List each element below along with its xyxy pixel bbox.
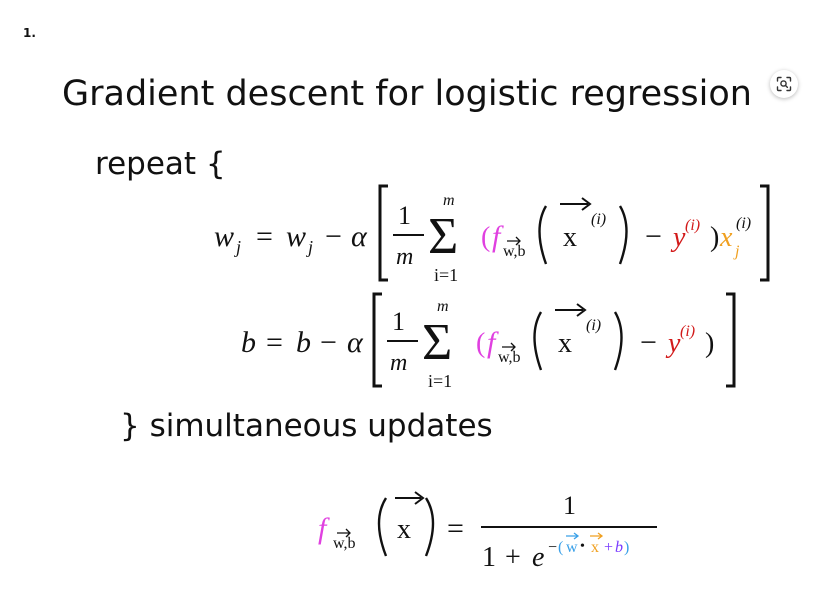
s-exp-minus: − xyxy=(548,539,557,556)
w-equals: = xyxy=(256,220,273,253)
b-y: y xyxy=(665,328,681,359)
b-y-sup: (i) xyxy=(680,323,695,340)
s-numerator: 1 xyxy=(563,491,576,520)
s-exp-dot: • xyxy=(580,539,585,554)
s-exp-plus: + xyxy=(604,539,613,556)
b-rhs-b: b xyxy=(296,326,311,359)
s-den-e: e xyxy=(532,542,544,573)
item-number: 1. xyxy=(23,26,36,40)
w-xj-sup: (i) xyxy=(736,215,751,232)
visual-search-button[interactable] xyxy=(770,70,798,98)
w-minus2: − xyxy=(645,220,662,253)
b-sigma: Σ xyxy=(422,314,452,371)
w-xj-sub: j xyxy=(733,243,740,260)
b-open-paren: ( xyxy=(476,328,485,359)
simultaneous-updates-label: } simultaneous updates xyxy=(120,408,493,444)
s-exp-x: x xyxy=(591,539,599,556)
b-left-bracket xyxy=(372,292,382,388)
b-right-bracket xyxy=(726,292,736,388)
w-big-paren-left xyxy=(538,205,548,265)
formula-w-update: w j = w j − α 1 m m Σ i=1 ( f w,b x (i) … xyxy=(214,184,770,285)
b-minus2: − xyxy=(640,326,657,359)
w-big-paren-right xyxy=(618,205,628,265)
formula-sigmoid: f w,b x = 1 1 + e − ( w • x + b ) xyxy=(318,491,657,573)
b-x-arrow xyxy=(555,303,587,317)
w-x-sup: (i) xyxy=(591,211,606,228)
s-den-plus: + xyxy=(505,542,521,573)
w-y: y xyxy=(670,222,686,253)
w-x: x xyxy=(563,222,577,253)
w-minus: − xyxy=(325,220,342,253)
b-close-paren: ) xyxy=(705,328,714,359)
b-frac-den: m xyxy=(390,350,407,376)
s-x: x xyxy=(397,514,411,545)
w-frac-den: m xyxy=(396,244,413,270)
b-frac-num: 1 xyxy=(392,307,405,336)
b-sum-bottom: i=1 xyxy=(428,371,452,391)
w-rhs-sub: j xyxy=(306,237,313,257)
s-equals: = xyxy=(447,512,464,545)
b-lhs: b xyxy=(241,326,256,359)
visual-search-icon xyxy=(776,76,792,92)
w-open-paren: ( xyxy=(481,222,490,253)
page-title: Gradient descent for logistic regression xyxy=(62,74,752,114)
w-sum-top: m xyxy=(443,192,455,209)
s-big-paren-left xyxy=(377,497,388,557)
b-f-sub: w,b xyxy=(498,349,521,366)
w-xj: x xyxy=(719,222,733,253)
w-close-paren: ) xyxy=(710,222,719,253)
w-left-bracket xyxy=(378,184,388,282)
w-x-arrow xyxy=(560,197,592,211)
s-exp-b: b xyxy=(615,539,623,556)
b-big-paren-right xyxy=(613,311,623,371)
s-exp-close: ) xyxy=(624,539,629,556)
b-alpha: α xyxy=(347,326,364,359)
w-lhs-sub: j xyxy=(234,237,241,257)
w-y-sup: (i) xyxy=(685,217,700,234)
w-sigma: Σ xyxy=(428,208,458,265)
s-x-arrow xyxy=(395,491,425,505)
w-rhs-w: w xyxy=(286,220,306,253)
s-big-paren-right xyxy=(424,497,435,557)
w-f-sub: w,b xyxy=(503,243,526,260)
b-x: x xyxy=(558,328,572,359)
b-big-paren-left xyxy=(533,311,543,371)
b-sum-top: m xyxy=(437,298,449,315)
s-f-sub: w,b xyxy=(333,535,356,552)
w-frac-num: 1 xyxy=(398,201,411,230)
s-den-one: 1 xyxy=(482,542,496,573)
s-exp-open: ( xyxy=(558,539,563,556)
w-right-bracket xyxy=(760,184,770,282)
b-equals: = xyxy=(266,326,283,359)
w-lhs: w xyxy=(214,220,234,253)
b-x-sup: (i) xyxy=(586,317,601,334)
s-f: f xyxy=(318,512,330,545)
b-minus: − xyxy=(320,326,337,359)
formula-b-update: b = b − α 1 m m Σ i=1 ( f w,b x (i) − y … xyxy=(241,292,736,391)
s-exp-w: w xyxy=(566,539,578,556)
w-sum-bottom: i=1 xyxy=(434,265,458,285)
w-alpha: α xyxy=(351,220,368,253)
repeat-label: repeat { xyxy=(95,146,226,182)
